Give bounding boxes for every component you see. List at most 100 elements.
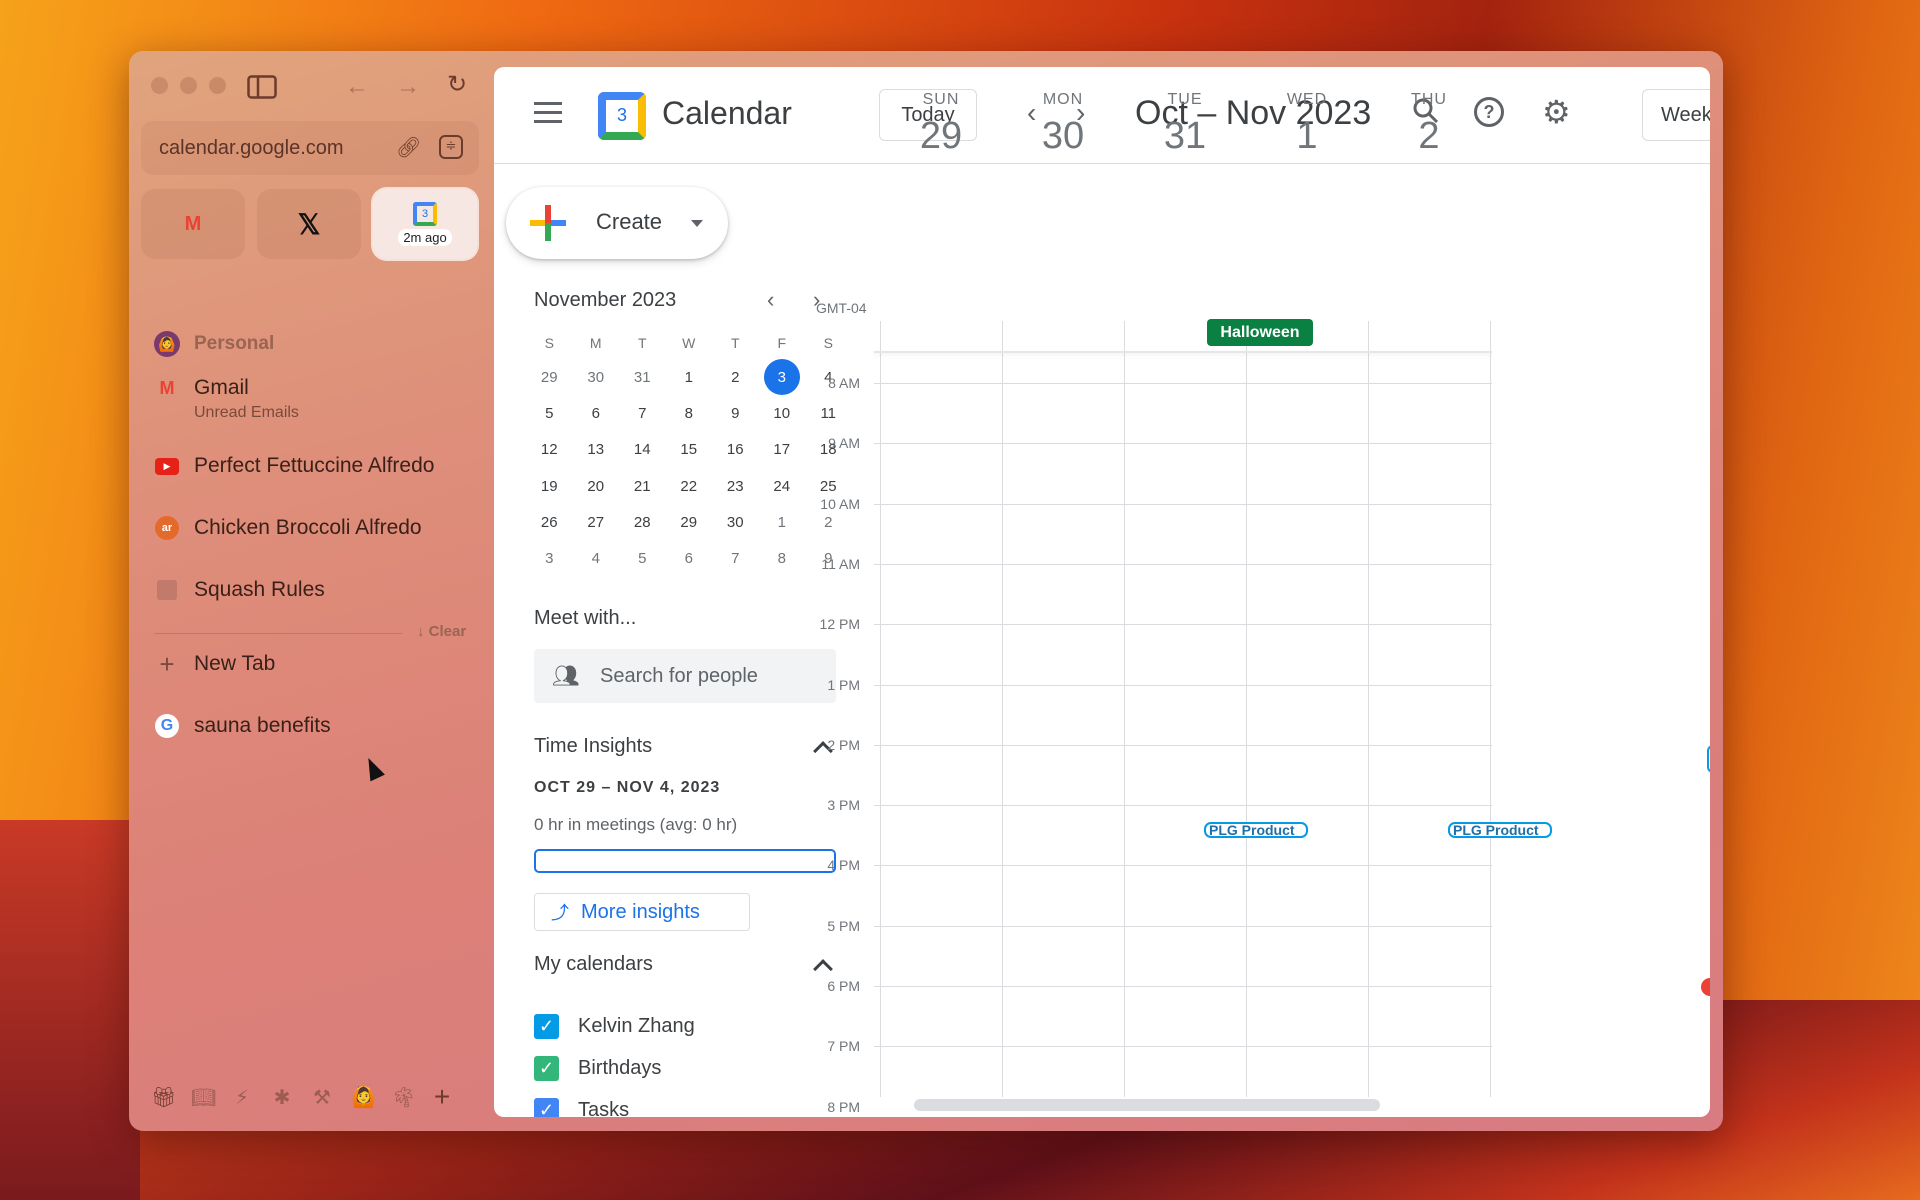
- forward-arrow-icon[interactable]: →: [396, 75, 420, 99]
- mini-calendar-day[interactable]: 22: [666, 468, 713, 504]
- search-people-input[interactable]: 👥︎ Search for people: [534, 649, 836, 703]
- view-switcher-button[interactable]: Week: [1642, 89, 1710, 141]
- reload-icon[interactable]: ↻: [447, 73, 467, 97]
- mini-calendar-grid: S M T W T F S 29 30 31 1 2 3 4 5 6 7 8 9 10 11 12 13 14 15 16 17 18…: [526, 327, 852, 577]
- mini-calendar-day[interactable]: 5: [526, 395, 573, 431]
- create-dropdown-icon[interactable]: [691, 220, 703, 227]
- mini-calendar-day[interactable]: 29: [666, 504, 713, 540]
- maximize-window-button[interactable]: [209, 77, 226, 94]
- timezone-label: GMT-04: [816, 300, 867, 316]
- book-icon[interactable]: 📖︎: [191, 1085, 216, 1110]
- checkbox-checked-icon[interactable]: ✓: [534, 1097, 559, 1117]
- mini-calendar-day-number: 25: [819, 477, 837, 495]
- close-window-button[interactable]: [151, 77, 168, 94]
- copy-link-icon[interactable]: 🔗︎: [396, 135, 421, 160]
- plus-icon[interactable]: +: [431, 1081, 453, 1113]
- mini-calendar-day[interactable]: 7: [712, 540, 759, 576]
- horizontal-scrollbar[interactable]: [914, 1099, 1380, 1111]
- more-insights-button[interactable]: ⤴︎ More insights: [534, 893, 750, 931]
- mini-calendar-day[interactable]: 8: [666, 395, 713, 431]
- mini-calendar-day-number: 19: [540, 477, 558, 495]
- day-column-header[interactable]: SUN 29: [880, 67, 1002, 158]
- sidebar-toggle-icon[interactable]: [247, 75, 277, 104]
- pinned-tab-calendar[interactable]: 3 2m ago: [373, 189, 477, 259]
- gift-box-icon[interactable]: 🎁︎: [151, 1085, 176, 1110]
- lightning-icon[interactable]: ⚡︎: [231, 1085, 253, 1110]
- mini-calendar-day[interactable]: 12: [526, 432, 573, 468]
- day-column-header[interactable]: MON 30: [1002, 67, 1124, 158]
- settings-gear-icon[interactable]: ⚙: [1542, 93, 1571, 131]
- day-column-header[interactable]: TUE 31: [1124, 67, 1246, 158]
- calendar-name: Kelvin Zhang: [578, 1014, 695, 1037]
- mini-calendar-day-number: 7: [731, 550, 740, 568]
- person-emoji-icon[interactable]: 🙆: [351, 1085, 376, 1110]
- calendar-name: Birthdays: [578, 1056, 662, 1079]
- calendar-list-item[interactable]: ✓ Birthdays: [534, 1047, 695, 1089]
- mini-calendar-day-number: 22: [680, 477, 698, 495]
- mini-calendar-day[interactable]: 23: [712, 468, 759, 504]
- space-header-personal[interactable]: 🙆 Personal: [154, 331, 484, 357]
- mini-calendar-day[interactable]: 5: [619, 540, 666, 576]
- mini-calendar-day[interactable]: 15: [666, 432, 713, 468]
- tab-sauna-benefits[interactable]: G sauna benefits: [154, 713, 484, 739]
- tools-icon[interactable]: ⚒: [311, 1085, 333, 1110]
- mini-calendar-day[interactable]: 1: [666, 359, 713, 395]
- asterisk-icon[interactable]: ✱: [271, 1085, 293, 1110]
- calendar-list-item[interactable]: ✓ Kelvin Zhang: [534, 1005, 695, 1047]
- mini-calendar-day[interactable]: 16: [712, 432, 759, 468]
- event-chip[interactable]: PLG Product: [1448, 822, 1552, 838]
- day-column-header[interactable]: THU 2: [1368, 67, 1490, 158]
- url-bar[interactable]: calendar.google.com 🔗︎ ≑: [141, 121, 479, 175]
- mini-calendar-dow: T: [637, 335, 647, 351]
- mini-calendar-day[interactable]: 31: [619, 359, 666, 395]
- mini-calendar-day[interactable]: 3: [526, 540, 573, 576]
- checkbox-checked-icon[interactable]: ✓: [534, 1055, 559, 1081]
- mini-calendar-day[interactable]: 4: [573, 540, 620, 576]
- mini-calendar-day[interactable]: 19: [526, 468, 573, 504]
- site-settings-icon[interactable]: ≑: [439, 135, 463, 159]
- mini-calendar-day[interactable]: 29: [526, 359, 573, 395]
- mini-calendar-day[interactable]: 13: [573, 432, 620, 468]
- mini-calendar-day[interactable]: 11: [805, 395, 852, 431]
- mini-calendar-day[interactable]: 28: [619, 504, 666, 540]
- back-arrow-icon[interactable]: ←: [345, 75, 369, 99]
- mini-prev-month-icon[interactable]: ‹: [767, 287, 774, 313]
- mini-calendar-day[interactable]: 27: [573, 504, 620, 540]
- pinned-tab-gmail[interactable]: M: [141, 189, 245, 259]
- day-number: 31: [1163, 115, 1207, 157]
- clear-tabs-button[interactable]: ↓ Clear: [417, 623, 466, 640]
- main-menu-icon[interactable]: [534, 102, 562, 129]
- checkbox-checked-icon[interactable]: ✓: [534, 1013, 559, 1039]
- mini-calendar-day[interactable]: 21: [619, 468, 666, 504]
- collapse-my-calendars-icon[interactable]: [813, 959, 833, 979]
- day-column-header[interactable]: WED 1: [1246, 67, 1368, 158]
- mini-calendar-day[interactable]: 20: [573, 468, 620, 504]
- event-chip[interactable]: PLG Product: [1204, 822, 1308, 838]
- tab-chicken-broccoli-alfredo[interactable]: ar Chicken Broccoli Alfredo: [154, 515, 484, 541]
- mini-calendar-day[interactable]: 30: [712, 504, 759, 540]
- mini-calendar-day[interactable]: 6: [573, 395, 620, 431]
- mini-calendar-day[interactable]: 2: [712, 359, 759, 395]
- day-of-week: TUE: [1167, 91, 1203, 108]
- tab-gmail[interactable]: M Gmail: [154, 375, 484, 401]
- all-day-event[interactable]: Halloween: [1207, 319, 1313, 346]
- mini-calendar-day[interactable]: 7: [619, 395, 666, 431]
- pinned-tab-x[interactable]: 𝕏: [257, 189, 361, 259]
- calendar-list-item[interactable]: ✓ Tasks: [534, 1089, 695, 1117]
- palm-tree-icon[interactable]: 🌴︎: [391, 1085, 416, 1110]
- mini-calendar-day[interactable]: 30: [573, 359, 620, 395]
- tab-perfect-fettuccine-alfredo[interactable]: ▶ Perfect Fettuccine Alfredo: [154, 453, 484, 479]
- minimize-window-button[interactable]: [180, 77, 197, 94]
- new-tab-button[interactable]: + New Tab: [154, 649, 484, 679]
- mini-calendar-day[interactable]: 14: [619, 432, 666, 468]
- tab-squash-rules[interactable]: Squash Rules: [154, 577, 484, 603]
- create-button[interactable]: Create: [506, 187, 728, 259]
- insights-sparkle-icon: ⤴︎: [551, 903, 569, 923]
- mini-calendar-day[interactable]: 26: [526, 504, 573, 540]
- mini-calendar-day[interactable]: 6: [666, 540, 713, 576]
- google-calendar-logo[interactable]: 3: [598, 92, 646, 140]
- x-icon: 𝕏: [297, 208, 321, 240]
- event-chip[interactable]: Ke: [1707, 745, 1710, 773]
- mini-calendar-day[interactable]: 10: [759, 395, 806, 431]
- mini-calendar-day[interactable]: 9: [712, 395, 759, 431]
